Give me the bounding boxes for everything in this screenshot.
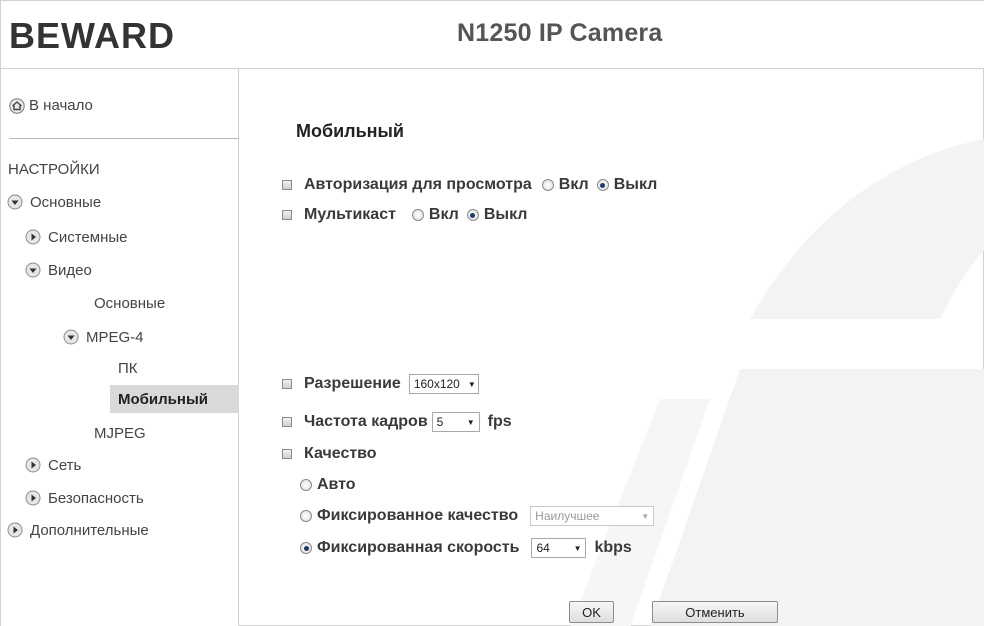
auth-label: Авторизация для просмотра — [304, 176, 532, 193]
multicast-on-radio[interactable] — [411, 209, 424, 221]
beward-logo: BEWARD — [9, 15, 175, 55]
quality-rate-radio[interactable] — [300, 542, 312, 554]
framerate-select[interactable]: 5 ▼ — [431, 412, 480, 432]
quality-fixed-radio[interactable] — [300, 510, 312, 522]
quality-label: Качество — [304, 445, 377, 462]
settings-section-title: НАСТРОЙКИ — [8, 161, 100, 178]
dropdown-caret-icon: ▼ — [466, 417, 475, 427]
sidebar-item-network[interactable]: Сеть — [25, 454, 81, 476]
resolution-select[interactable]: 160x120 ▼ — [408, 374, 479, 394]
multicast-label: Мультикаст — [304, 206, 396, 223]
framerate-label: Частота кадров — [304, 413, 428, 430]
camera-title: N1250 IP Camera — [457, 19, 663, 47]
home-icon — [9, 97, 25, 114]
auth-on-label: Вкл — [558, 176, 589, 193]
chevron-right-icon — [25, 457, 41, 473]
resolution-label: Разрешение — [304, 375, 401, 392]
resolution-row: Разрешение 160x120 ▼ — [282, 374, 479, 394]
framerate-row: Частота кадров 5 ▼ fps — [282, 412, 512, 432]
auth-off-radio[interactable] — [596, 179, 609, 191]
sidebar-item-mjpeg[interactable]: MJPEG — [94, 422, 146, 444]
sidebar-item-video[interactable]: Видео — [25, 259, 92, 281]
chevron-down-icon — [7, 194, 23, 210]
chevron-right-icon — [25, 229, 41, 245]
home-label: В начало — [29, 97, 93, 114]
sidebar-divider — [9, 138, 239, 139]
sidebar-item-pc[interactable]: ПК — [118, 357, 138, 379]
quality-auto-radio[interactable] — [300, 479, 312, 491]
chevron-down-icon — [63, 329, 79, 345]
bullet-icon — [282, 379, 292, 389]
dropdown-caret-icon: ▼ — [641, 511, 650, 521]
ok-button[interactable]: OK — [569, 601, 614, 623]
cancel-button[interactable]: Отменить — [652, 601, 778, 623]
app-frame: BEWARD N1250 IP Camera В начало НАСТРОЙК… — [0, 0, 984, 626]
header: BEWARD N1250 IP Camera — [1, 1, 984, 69]
quality-fixed-row: Фиксированное качество Наилучшее ▼ — [300, 506, 655, 526]
multicast-on-label: Вкл — [428, 206, 459, 223]
sidebar-item-video-basic[interactable]: Основные — [94, 292, 165, 314]
fixed-rate-select[interactable]: 64 ▼ — [531, 538, 587, 558]
multicast-row: Мультикаст Вкл Выкл — [282, 206, 527, 224]
page-title: Мобильный — [296, 121, 404, 141]
quality-row: Качество — [282, 445, 377, 463]
chevron-right-icon — [7, 522, 23, 538]
chevron-down-icon — [25, 262, 41, 278]
main-content: Мобильный Авторизация для просмотра Вкл … — [240, 69, 984, 626]
sidebar-item-security[interactable]: Безопасность — [25, 487, 144, 509]
quality-auto-row: Авто — [300, 476, 356, 494]
auth-off-label: Выкл — [613, 176, 658, 193]
chevron-right-icon — [25, 490, 41, 506]
quality-fixed-label: Фиксированное качество — [317, 507, 519, 524]
quality-auto-label: Авто — [317, 476, 356, 493]
bullet-icon — [282, 417, 292, 427]
bullet-icon — [282, 210, 292, 220]
svg-text:BEWARD: BEWARD — [9, 15, 175, 55]
auth-row: Авторизация для просмотра Вкл Выкл — [282, 176, 657, 194]
quality-rate-row: Фиксированная скорость 64 ▼ kbps — [300, 538, 632, 558]
bullet-icon — [282, 449, 292, 459]
home-link[interactable]: В начало — [9, 97, 93, 114]
sidebar: В начало НАСТРОЙКИ Основные Системные Ви… — [1, 69, 239, 626]
sidebar-item-system[interactable]: Системные — [25, 226, 127, 248]
quality-rate-label: Фиксированная скорость — [317, 539, 520, 556]
fixed-rate-unit: kbps — [594, 539, 632, 556]
dropdown-caret-icon: ▼ — [573, 543, 582, 553]
multicast-off-radio[interactable] — [466, 209, 479, 221]
dropdown-caret-icon: ▼ — [467, 379, 476, 389]
sidebar-item-basic[interactable]: Основные — [7, 191, 101, 213]
sidebar-item-mpeg4[interactable]: MPEG-4 — [63, 326, 144, 348]
fixed-quality-select[interactable]: Наилучшее ▼ — [530, 506, 655, 526]
auth-on-radio[interactable] — [541, 179, 554, 191]
sidebar-item-mobile[interactable]: Мобильный — [110, 385, 239, 413]
bullet-icon — [282, 180, 292, 190]
framerate-unit: fps — [487, 413, 512, 430]
sidebar-item-advanced[interactable]: Дополнительные — [7, 519, 149, 541]
multicast-off-label: Выкл — [483, 206, 528, 223]
